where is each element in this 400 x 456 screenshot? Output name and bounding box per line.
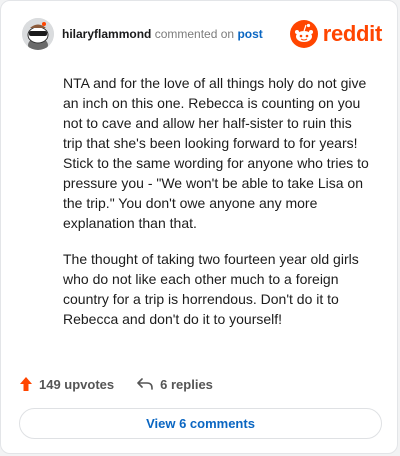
comment-card: hilaryflammond commented on post reddit … bbox=[0, 0, 398, 454]
reply-arrow-icon bbox=[137, 378, 153, 390]
snoo-avatar-icon bbox=[22, 18, 54, 50]
comment-actions: 149 upvotes 6 replies bbox=[19, 373, 213, 395]
username[interactable]: hilaryflammond bbox=[62, 27, 151, 41]
upvote-button[interactable]: 149 upvotes bbox=[19, 376, 114, 392]
upvote-count: 149 upvotes bbox=[39, 376, 115, 392]
comment-action-text: commented on bbox=[154, 27, 235, 41]
comment-paragraph: The thought of taking two fourteen year … bbox=[63, 251, 359, 327]
replies-button[interactable]: 6 replies bbox=[136, 377, 213, 392]
comment-header: hilaryflammond commented on post reddit bbox=[22, 18, 382, 50]
reddit-logo[interactable]: reddit bbox=[289, 19, 383, 49]
reply-count: 6 replies bbox=[160, 376, 213, 392]
upvote-arrow-icon bbox=[20, 377, 32, 391]
comment-body: NTA and for the love of all things holy … bbox=[63, 73, 375, 345]
reddit-snoo-icon bbox=[289, 20, 318, 48]
post-link[interactable]: post bbox=[237, 27, 262, 41]
comment-paragraph: NTA and for the love of all things holy … bbox=[63, 75, 369, 231]
comment-meta: hilaryflammond commented on post bbox=[62, 27, 263, 41]
user-avatar[interactable] bbox=[22, 18, 54, 50]
reddit-wordmark: reddit bbox=[322, 21, 383, 46]
view-comments-button[interactable]: View 6 comments bbox=[19, 408, 382, 439]
